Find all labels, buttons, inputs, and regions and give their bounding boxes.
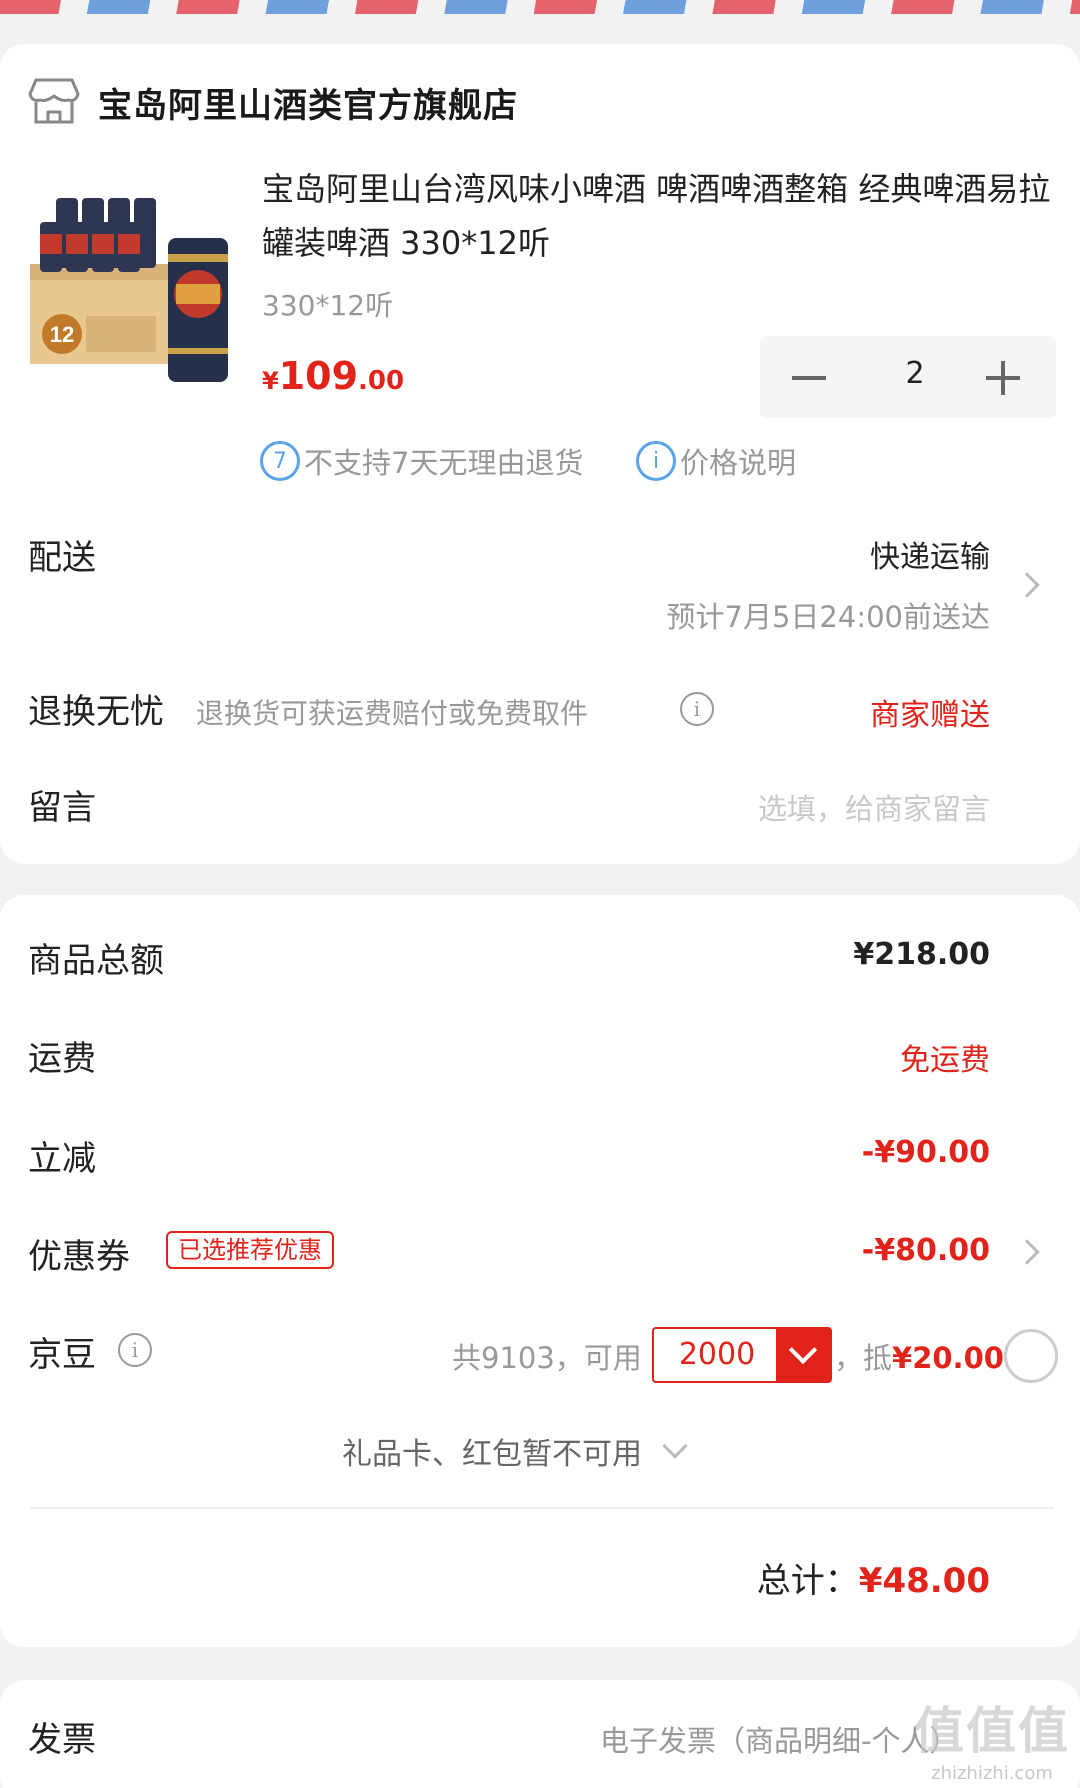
beans-available: 共9103，可用 <box>452 1341 642 1375</box>
divider <box>30 1507 1054 1509</box>
message-input[interactable]: 选填，给商家留言 <box>758 786 990 828</box>
discount-label: 立减 <box>28 1139 96 1179</box>
beans-label: 京豆 <box>28 1335 96 1375</box>
invoice-value[interactable]: 电子发票（商品明细-个人） <box>600 1718 958 1760</box>
airmail-border <box>0 0 1080 14</box>
discount-value: -¥90.00 <box>861 1135 990 1170</box>
order-total: 总计：¥48.00 <box>757 1553 990 1602</box>
price-info-link[interactable]: i 价格说明 <box>636 440 796 482</box>
site-watermark: 值值值 zhizhizhi.com <box>914 1691 1070 1784</box>
price-summary-card: 商品总额 ¥218.00 运费 免运费 立减 -¥90.00 优惠券 已选推荐优… <box>0 895 1080 1647</box>
invoice-label: 发票 <box>28 1720 96 1760</box>
shipping-value: 免运费 <box>900 1043 990 1078</box>
goods-total-label: 商品总额 <box>28 941 164 981</box>
giftcard-text: 礼品卡、红包暂不可用 <box>342 1437 642 1472</box>
info-icon[interactable]: i <box>118 1333 152 1367</box>
chevron-right-icon[interactable] <box>1014 1239 1040 1265</box>
price-currency: ¥ <box>262 367 279 395</box>
watermark-url: zhizhizhi.com <box>931 1763 1053 1784</box>
beans-deduct-value: ¥20.00 <box>892 1341 1004 1375</box>
decrease-button[interactable] <box>786 346 836 408</box>
product-price: ¥109.00 <box>262 354 404 398</box>
info-icon: i <box>636 441 676 481</box>
price-decimal: .00 <box>358 366 405 396</box>
goods-total-value: ¥218.00 <box>853 937 990 972</box>
shipping-label: 运费 <box>28 1039 96 1079</box>
giftcard-toggle[interactable]: 礼品卡、红包暂不可用 <box>342 1429 688 1473</box>
total-label: 总计： <box>756 1561 859 1601</box>
coupon-label: 优惠券 <box>28 1237 130 1277</box>
quantity-value[interactable]: 2 <box>860 356 970 391</box>
beans-radio[interactable] <box>1004 1329 1058 1383</box>
no-return-icon: 7 <box>260 441 300 481</box>
coupon-value[interactable]: -¥80.00 <box>862 1233 990 1268</box>
beans-select[interactable]: 2000 <box>652 1327 832 1383</box>
chevron-right-icon[interactable] <box>1014 572 1040 598</box>
store-name[interactable]: 宝岛阿里山酒类官方旗舰店 <box>98 78 518 127</box>
returns-desc: 退换货可获运费赔付或免费取件 <box>196 697 589 730</box>
delivery-method[interactable]: 快递运输 <box>870 532 990 576</box>
no-return-notice[interactable]: 7 不支持7天无理由退货 <box>260 440 583 482</box>
delivery-label: 配送 <box>28 538 96 578</box>
store-icon <box>28 78 80 124</box>
message-label: 留言 <box>28 788 96 828</box>
coupon-badge: 已选推荐优惠 <box>166 1231 334 1269</box>
info-icon[interactable]: i <box>680 692 714 726</box>
svg-text:12: 12 <box>50 322 74 347</box>
increase-button[interactable] <box>974 346 1034 408</box>
product-spec: 330*12听 <box>262 289 394 322</box>
delivery-eta: 预计7月5日24:00前送达 <box>666 600 990 634</box>
product-image[interactable]: 12 <box>26 184 236 384</box>
no-return-text: 不支持7天无理由退货 <box>304 446 584 480</box>
quantity-stepper: 2 <box>760 336 1056 418</box>
price-info-text: 价格说明 <box>680 446 797 480</box>
returns-label: 退换无忧 <box>28 692 164 732</box>
order-item-card: 宝岛阿里山酒类官方旗舰店 12 宝岛阿里山台湾风味小啤酒 啤酒啤酒整箱 经典啤酒… <box>0 44 1080 864</box>
chevron-down-icon[interactable] <box>776 1329 830 1381</box>
beans-deduct-prefix: ，抵 <box>834 1341 893 1375</box>
product-title[interactable]: 宝岛阿里山台湾风味小啤酒 啤酒啤酒整箱 经典啤酒易拉罐装啤酒 330*12听 <box>262 162 1062 270</box>
beans-deduct: ，抵¥20.00 <box>834 1335 1004 1377</box>
price-integer: 109 <box>278 354 359 398</box>
chevron-down-icon <box>662 1433 688 1459</box>
watermark-logo: 值值值 <box>914 1702 1070 1760</box>
total-value: ¥48.00 <box>858 1561 990 1601</box>
beans-select-value: 2000 <box>678 1337 756 1372</box>
returns-value: 商家赠送 <box>870 698 990 733</box>
